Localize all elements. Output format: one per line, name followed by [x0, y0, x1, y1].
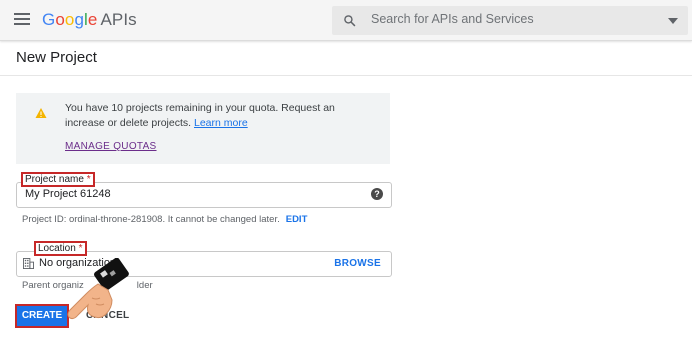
project-name-input[interactable]: My Project 61248	[25, 188, 111, 200]
project-id-helper: Project ID: ordinal-throne-281908. It ca…	[22, 214, 308, 225]
page-title: New Project	[16, 49, 97, 66]
chevron-down-icon[interactable]	[668, 18, 678, 24]
quota-message: You have 10 projects remaining in your q…	[65, 102, 335, 129]
page-header: New Project	[0, 41, 692, 76]
search-input[interactable]: Search for APIs and Services	[371, 12, 534, 26]
quota-notice: You have 10 projects remaining in your q…	[16, 93, 390, 164]
menu-icon[interactable]	[14, 13, 30, 27]
google-apis-logo[interactable]: Google APIs	[42, 10, 137, 30]
search-bar[interactable]: Search for APIs and Services	[332, 6, 688, 35]
help-icon[interactable]: ?	[371, 188, 383, 200]
project-name-label: Project name *	[21, 172, 95, 187]
create-button[interactable]: CREATE	[15, 304, 69, 328]
pointing-hand-icon	[67, 258, 129, 320]
organization-icon	[23, 258, 34, 269]
search-icon	[344, 15, 356, 27]
learn-more-link[interactable]: Learn more	[194, 117, 248, 129]
manage-quotas-button[interactable]: MANAGE QUOTAS	[65, 141, 157, 152]
warning-icon	[35, 108, 47, 118]
browse-button[interactable]: BROWSE	[334, 258, 381, 269]
edit-project-id-button[interactable]: EDIT	[286, 214, 308, 225]
location-label: Location *	[34, 241, 87, 256]
top-app-bar: Google APIs Search for APIs and Services	[0, 0, 692, 41]
